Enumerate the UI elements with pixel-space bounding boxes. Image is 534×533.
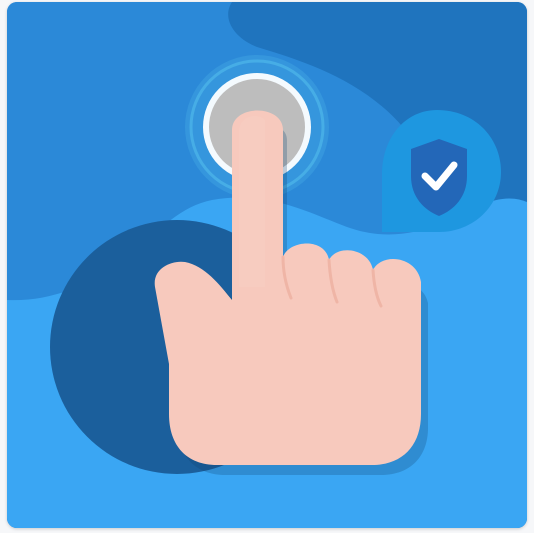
illustration-card bbox=[7, 2, 527, 528]
shield-check-icon bbox=[382, 110, 501, 232]
touch-illustration bbox=[7, 2, 527, 528]
